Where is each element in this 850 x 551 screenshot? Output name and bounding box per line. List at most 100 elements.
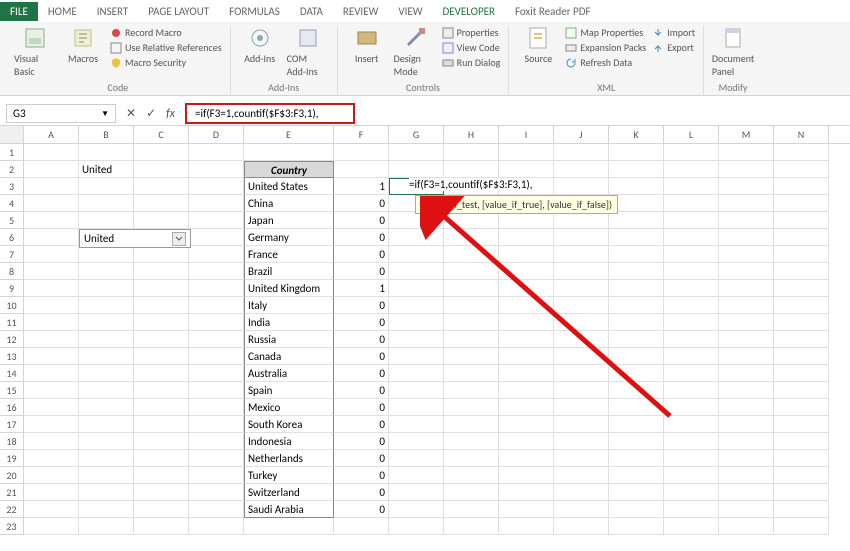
cell-G7[interactable] <box>389 246 444 263</box>
cell-H21[interactable] <box>444 484 499 501</box>
cell-A1[interactable] <box>24 144 79 161</box>
cell-L5[interactable] <box>664 212 719 229</box>
row-head-17[interactable]: 17 <box>0 416 24 433</box>
cell-D23[interactable] <box>189 518 244 535</box>
col-head-J[interactable]: J <box>554 126 609 143</box>
row-head-7[interactable]: 7 <box>0 246 24 263</box>
row-head-22[interactable]: 22 <box>0 501 24 518</box>
cell-M18[interactable] <box>719 433 774 450</box>
cell-L14[interactable] <box>664 365 719 382</box>
cell-C14[interactable] <box>134 365 189 382</box>
cell-C7[interactable] <box>134 246 189 263</box>
cell-C2[interactable] <box>134 161 189 178</box>
cell-E6[interactable]: Germany <box>244 229 334 246</box>
cell-C16[interactable] <box>134 399 189 416</box>
cell-H23[interactable] <box>444 518 499 535</box>
cell-N18[interactable] <box>774 433 829 450</box>
map-properties-button[interactable]: Map Properties <box>565 26 646 39</box>
cell-A16[interactable] <box>24 399 79 416</box>
row-head-15[interactable]: 15 <box>0 382 24 399</box>
cell-C22[interactable] <box>134 501 189 518</box>
row-head-21[interactable]: 21 <box>0 484 24 501</box>
cell-K16[interactable] <box>609 399 664 416</box>
cell-J20[interactable] <box>554 467 609 484</box>
record-macro-button[interactable]: Record Macro <box>110 26 222 39</box>
cell-G17[interactable] <box>389 416 444 433</box>
cell-A8[interactable] <box>24 263 79 280</box>
cell-E5[interactable]: Japan <box>244 212 334 229</box>
cell-C10[interactable] <box>134 297 189 314</box>
cell-F1[interactable] <box>334 144 389 161</box>
cell-B3[interactable] <box>79 178 134 195</box>
cell-L20[interactable] <box>664 467 719 484</box>
cell-K15[interactable] <box>609 382 664 399</box>
cell-J13[interactable] <box>554 348 609 365</box>
row-head-3[interactable]: 3 <box>0 178 24 195</box>
cell-G15[interactable] <box>389 382 444 399</box>
cell-F19[interactable]: 0 <box>334 450 389 467</box>
chevron-down-icon[interactable] <box>172 232 186 246</box>
row-head-20[interactable]: 20 <box>0 467 24 484</box>
cell-E22[interactable]: Saudi Arabia <box>244 501 334 518</box>
cell-I20[interactable] <box>499 467 554 484</box>
cell-E15[interactable]: Spain <box>244 382 334 399</box>
cell-F9[interactable]: 1 <box>334 280 389 297</box>
cell-M23[interactable] <box>719 518 774 535</box>
cell-D22[interactable] <box>189 501 244 518</box>
cell-G19[interactable] <box>389 450 444 467</box>
cell-A5[interactable] <box>24 212 79 229</box>
cell-D20[interactable] <box>189 467 244 484</box>
cell-D9[interactable] <box>189 280 244 297</box>
visual-basic-button[interactable]: Visual Basic <box>14 26 56 78</box>
cell-J6[interactable] <box>554 229 609 246</box>
cell-A15[interactable] <box>24 382 79 399</box>
cell-I2[interactable] <box>499 161 554 178</box>
cell-F12[interactable]: 0 <box>334 331 389 348</box>
cell-N9[interactable] <box>774 280 829 297</box>
cell-H7[interactable] <box>444 246 499 263</box>
cell-H16[interactable] <box>444 399 499 416</box>
cell-D16[interactable] <box>189 399 244 416</box>
cell-M11[interactable] <box>719 314 774 331</box>
cell-N4[interactable] <box>774 195 829 212</box>
row-head-13[interactable]: 13 <box>0 348 24 365</box>
cell-C21[interactable] <box>134 484 189 501</box>
cell-N13[interactable] <box>774 348 829 365</box>
cell-I11[interactable] <box>499 314 554 331</box>
macros-button[interactable]: Macros <box>62 26 104 65</box>
macro-security-button[interactable]: Macro Security <box>110 56 222 69</box>
col-head-E[interactable]: E <box>244 126 334 143</box>
cell-B18[interactable] <box>79 433 134 450</box>
cell-D17[interactable] <box>189 416 244 433</box>
cell-G10[interactable] <box>389 297 444 314</box>
cell-K18[interactable] <box>609 433 664 450</box>
col-head-D[interactable]: D <box>189 126 244 143</box>
cell-N23[interactable] <box>774 518 829 535</box>
cell-D6[interactable] <box>189 229 244 246</box>
cell-C20[interactable] <box>134 467 189 484</box>
design-mode-button[interactable]: Design Mode <box>394 26 436 78</box>
cell-I21[interactable] <box>499 484 554 501</box>
cell-N20[interactable] <box>774 467 829 484</box>
tab-pagelayout[interactable]: PAGE LAYOUT <box>138 2 219 21</box>
cell-I23[interactable] <box>499 518 554 535</box>
cell-L4[interactable] <box>664 195 719 212</box>
cell-C11[interactable] <box>134 314 189 331</box>
cell-K11[interactable] <box>609 314 664 331</box>
cell-M6[interactable] <box>719 229 774 246</box>
cell-N19[interactable] <box>774 450 829 467</box>
cell-D7[interactable] <box>189 246 244 263</box>
cell-F4[interactable]: 0 <box>334 195 389 212</box>
cell-G5[interactable] <box>389 212 444 229</box>
cell-G12[interactable] <box>389 331 444 348</box>
cell-E9[interactable]: United Kingdom <box>244 280 334 297</box>
row-head-11[interactable]: 11 <box>0 314 24 331</box>
tab-insert[interactable]: INSERT <box>87 2 139 21</box>
cell-K19[interactable] <box>609 450 664 467</box>
cell-F7[interactable]: 0 <box>334 246 389 263</box>
row-head-6[interactable]: 6 <box>0 229 24 246</box>
run-dialog-button[interactable]: Run Dialog <box>442 56 501 69</box>
cell-J7[interactable] <box>554 246 609 263</box>
cell-B13[interactable] <box>79 348 134 365</box>
cell-D8[interactable] <box>189 263 244 280</box>
